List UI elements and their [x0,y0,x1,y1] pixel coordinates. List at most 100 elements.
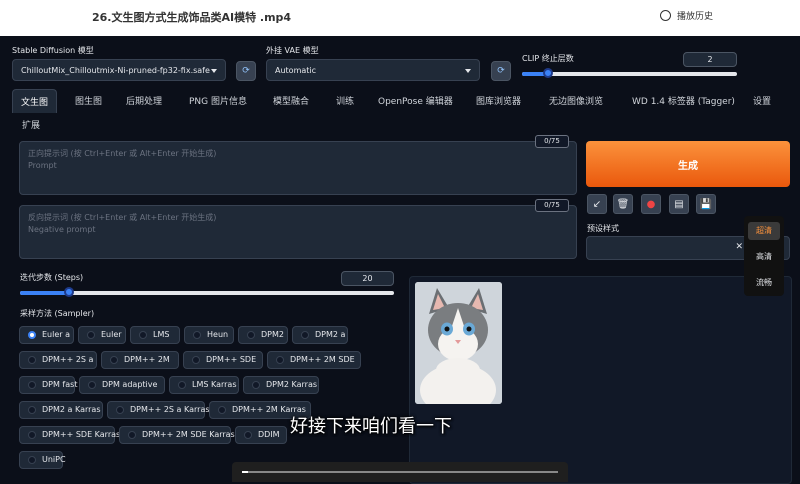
sampler-option[interactable]: DPM2 a Karras [19,401,103,419]
sampler-option-label: DPM++ SDE [206,355,257,364]
sampler-option[interactable]: Euler a [19,326,74,344]
sampler-option[interactable]: DPM2 a [292,326,348,344]
radio-icon [252,381,260,389]
red-dot-icon: ● [646,198,656,210]
radio-icon [139,331,147,339]
sampler-option-label: DPM2 a [315,330,346,339]
sampler-option-label: LMS [153,330,170,339]
clip-value-input[interactable]: 2 [683,52,737,67]
model-select-value: ChilloutMix_Chilloutmix-Ni-pruned-fp32-f… [21,66,210,75]
model-label: Stable Diffusion 模型 [12,46,94,55]
refresh-icon: ⟳ [497,66,505,76]
extra-networks-button[interactable]: ● [641,194,661,214]
sampler-option[interactable]: DPM2 Karras [243,376,319,394]
radio-icon [276,356,284,364]
generated-image-thumbnail[interactable] [415,282,502,404]
refresh-icon: ⟳ [242,66,250,76]
clear-prompt-button[interactable]: 🗑 [613,194,633,214]
negative-prompt-sub: Negative prompt [28,225,96,234]
sampler-option[interactable]: DPM++ 2M SDE Karras [119,426,235,444]
apply-style-button[interactable]: ▤ [669,194,689,214]
clock-icon [660,10,671,21]
vae-select[interactable]: Automatic [266,59,480,81]
prompt-textarea[interactable]: 正向提示词 (按 Ctrl+Enter 或 Alt+Enter 开始生成) Pr… [19,141,577,195]
tab-txt2img[interactable]: 文生图 [12,89,58,113]
sampler-option[interactable]: Euler [78,326,126,344]
prompt-sub: Prompt [28,161,57,170]
tab-png-info[interactable]: PNG 图片信息 [189,94,247,107]
generate-button[interactable]: 生成 [586,141,790,187]
sampler-option-label: DDIM [258,430,280,439]
tab-tagger[interactable]: WD 1.4 标签器 (Tagger) [632,94,735,107]
tab-extras[interactable]: 后期处理 [126,94,162,107]
vae-select-value: Automatic [275,66,317,75]
radio-icon [247,331,255,339]
sampler-option[interactable]: DPM++ 2M [101,351,179,369]
chevron-down-icon [465,69,471,73]
sampler-option[interactable]: DDIM [235,426,287,444]
video-subtitle: 好接下来咱们看一下 [290,416,452,437]
tab-settings[interactable]: 设置 [753,94,771,107]
sampler-option[interactable]: LMS [130,326,180,344]
refresh-vae-button[interactable]: ⟳ [491,61,511,81]
refresh-model-button[interactable]: ⟳ [236,61,256,81]
sampler-option[interactable]: DPM++ SDE Karras [19,426,120,444]
tab-img2img[interactable]: 图生图 [75,94,102,107]
radio-icon [28,456,36,464]
sampler-option-label: DPM++ 2S a Karras [130,405,210,414]
video-progress-track[interactable] [242,471,558,473]
radio-icon [192,356,200,364]
video-header: 26.文生图方式生成饰品类AI模特 .mp4 播放历史 [0,0,800,36]
sampler-option[interactable]: DPM++ 2S a Karras [107,401,210,419]
steps-value-input[interactable]: 20 [341,271,394,286]
clip-slider-handle[interactable] [543,68,553,78]
chevron-down-icon [211,69,217,73]
sampler-option[interactable]: DPM++ SDE [183,351,263,369]
tab-image-browser[interactable]: 图库浏览器 [476,94,521,107]
sampler-option-label: LMS Karras [192,380,237,389]
clear-icon[interactable]: ✕ [735,242,743,252]
steps-slider-handle[interactable] [64,287,74,297]
history-button[interactable]: 播放历史 [660,9,713,22]
model-select[interactable]: ChilloutMix_Chilloutmix-Ni-pruned-fp32-f… [12,59,226,81]
radio-icon [218,406,226,414]
tab-extensions[interactable]: 扩展 [22,118,40,131]
tab-train[interactable]: 训练 [336,94,354,107]
save-icon: 💾 [699,198,713,210]
sampler-option-label: DPM2 [261,330,284,339]
sampler-option-label: UniPC [42,455,66,464]
radio-icon [28,331,36,339]
sampler-option-label: DPM2 Karras [266,380,318,389]
save-style-button[interactable]: 💾 [696,194,716,214]
sampler-option[interactable]: DPM2 [238,326,288,344]
sampler-option[interactable]: Heun [184,326,234,344]
sampler-option[interactable]: DPM fast [19,376,77,394]
sampler-option-label: DPM++ 2M [124,355,170,364]
radio-icon [301,331,309,339]
clip-slider[interactable] [522,68,737,78]
sampler-option[interactable]: DPM++ 2S a [19,351,97,369]
negative-prompt-textarea[interactable]: 反向提示词 (按 Ctrl+Enter 或 Alt+Enter 开始生成) Ne… [19,205,577,259]
sampler-option-label: Euler [101,330,122,339]
quality-option-ultra[interactable]: 超清 [748,222,780,240]
video-progress-fill [242,471,248,473]
sampler-option-label: DPM++ 2M SDE Karras [142,430,235,439]
sampler-option[interactable]: LMS Karras [169,376,239,394]
read-params-button[interactable]: ↙ [587,194,607,214]
steps-slider-fill [20,291,69,295]
sampler-option[interactable]: DPM++ 2M SDE [267,351,361,369]
steps-slider[interactable] [20,287,394,297]
clipboard-icon: ▤ [674,198,684,210]
sampler-option-label: DPM++ 2S a [42,355,94,364]
radio-icon [110,356,118,364]
quality-option-hd[interactable]: 高清 [748,248,780,266]
tab-checkpoint-merger[interactable]: 模型融合 [273,94,309,107]
tab-infinite-image-browsing[interactable]: 无边图像浏览 [549,94,603,107]
sampler-option[interactable]: DPM adaptive [79,376,165,394]
tab-openpose-editor[interactable]: OpenPose 编辑器 [378,94,453,107]
radio-icon [193,331,201,339]
prompt-token-counter: 0/75 [535,135,569,148]
negative-prompt-placeholder: 反向提示词 (按 Ctrl+Enter 或 Alt+Enter 开始生成) [28,213,217,222]
sampler-option[interactable]: UniPC [19,451,66,469]
quality-option-smooth[interactable]: 流畅 [748,274,780,292]
